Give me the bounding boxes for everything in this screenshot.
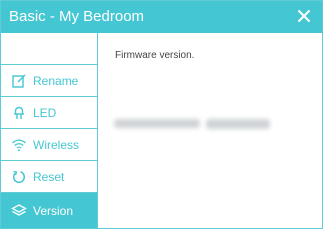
sidebar-spacer xyxy=(1,33,97,65)
firmware-version-label: Firmware version. xyxy=(115,50,195,61)
sidebar-item-label: Wireless xyxy=(33,138,80,152)
sidebar-item-rename[interactable]: Rename xyxy=(1,65,97,97)
sidebar-item-label: Rename xyxy=(33,74,79,88)
sidebar: Rename LED Wireless Reset Version xyxy=(1,33,98,228)
sidebar-item-reset[interactable]: Reset xyxy=(1,161,97,193)
reset-icon xyxy=(11,169,27,185)
sidebar-item-led[interactable]: LED xyxy=(1,97,97,129)
layers-icon xyxy=(11,203,27,219)
sidebar-item-wireless[interactable]: Wireless xyxy=(1,129,97,161)
sidebar-item-version[interactable]: Version xyxy=(1,193,97,228)
sidebar-item-label: Reset xyxy=(33,170,65,184)
bulb-icon xyxy=(11,105,27,121)
sidebar-item-label: Version xyxy=(33,204,74,218)
firmware-version-value-redacted xyxy=(114,115,272,135)
dialog-titlebar: Basic - My Bedroom xyxy=(1,1,322,33)
sidebar-item-label: LED xyxy=(33,106,57,120)
edit-icon xyxy=(11,73,27,89)
settings-dialog: Basic - My Bedroom Rename LED Wireless R… xyxy=(0,0,323,229)
dialog-title: Basic - My Bedroom xyxy=(9,8,145,25)
wifi-icon xyxy=(11,137,27,153)
close-icon[interactable] xyxy=(292,4,316,28)
content-panel: Firmware version. xyxy=(98,33,322,228)
